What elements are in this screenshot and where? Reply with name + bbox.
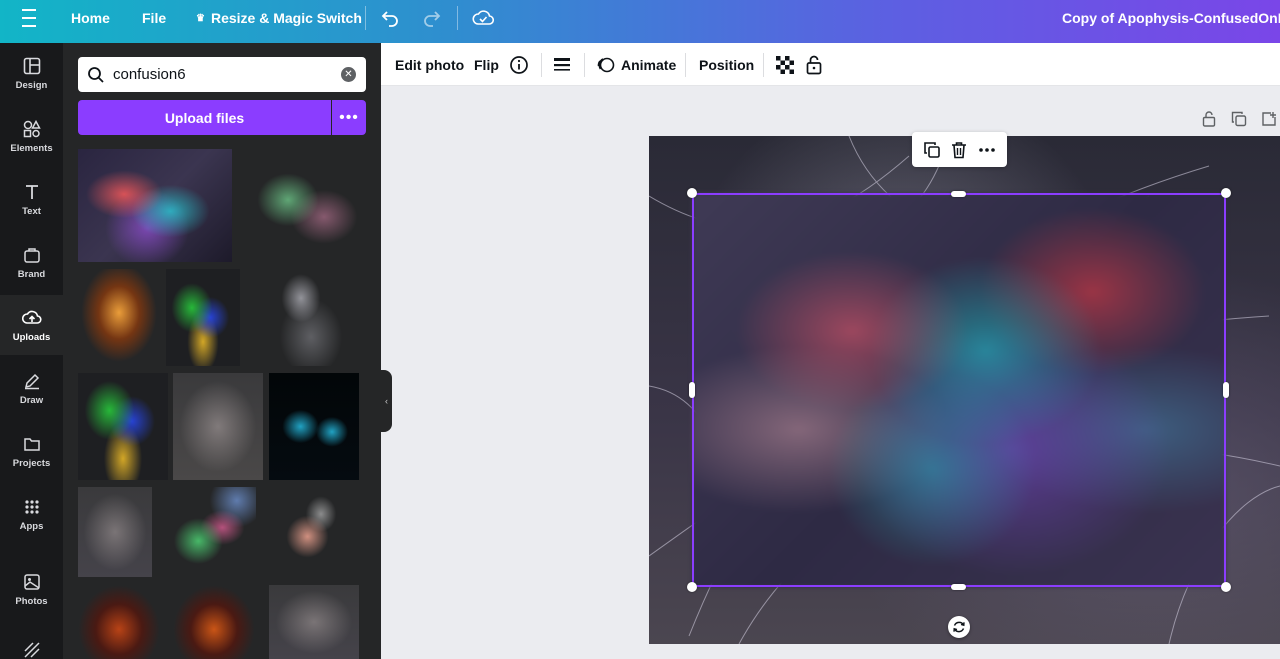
position-button[interactable]: Position <box>699 43 754 86</box>
upload-thumbnail[interactable] <box>78 269 160 366</box>
undo-icon[interactable] <box>380 0 400 36</box>
pattern-icon <box>22 640 42 659</box>
rail-item-photos[interactable]: Photos <box>0 559 63 619</box>
lock-page-icon[interactable] <box>1200 110 1218 128</box>
menu-icon[interactable] <box>22 0 42 36</box>
rail-label: Projects <box>12 457 51 469</box>
rail-label: Elements <box>10 142 53 154</box>
text-icon <box>22 182 42 202</box>
context-toolbar: Edit photo Flip Animate Position <box>381 43 1280 86</box>
redo-icon[interactable] <box>422 0 442 36</box>
flip-button[interactable]: Flip <box>474 43 499 86</box>
upload-thumbnail[interactable] <box>78 373 168 480</box>
rail-item-projects[interactable]: Projects <box>0 421 63 481</box>
rail-label: Draw <box>19 394 44 406</box>
rail-label: Design <box>15 79 48 91</box>
upload-files-button[interactable]: Upload files <box>78 100 331 135</box>
rotate-icon[interactable] <box>948 616 970 638</box>
cloud-upload-icon <box>21 308 42 328</box>
photo-icon <box>22 572 42 592</box>
stroke-style-icon[interactable] <box>553 43 571 86</box>
rail-label: Brand <box>17 268 46 280</box>
crown-icon: ♛ <box>196 12 205 24</box>
document-title[interactable]: Copy of Apophysis-ConfusedOnMan <box>1062 0 1280 36</box>
rail-item-uploads[interactable]: Uploads <box>0 295 63 355</box>
resize-handle[interactable] <box>951 584 966 590</box>
upload-thumbnail[interactable] <box>256 269 356 366</box>
upload-thumbnail[interactable] <box>78 149 232 262</box>
search-box[interactable]: ✕ <box>78 57 366 92</box>
divider <box>457 6 458 30</box>
lock-icon[interactable] <box>806 43 822 86</box>
animate-icon <box>597 57 615 72</box>
rail-label: Uploads <box>12 331 51 343</box>
shapes-icon <box>22 119 42 139</box>
animate-button[interactable]: Animate <box>597 43 676 86</box>
trash-icon[interactable] <box>948 139 970 161</box>
upload-thumbnail[interactable] <box>173 373 263 480</box>
divider <box>685 53 686 77</box>
upload-thumbnail[interactable] <box>269 585 359 659</box>
file-menu-button[interactable]: File <box>142 0 166 36</box>
rail-item-brand[interactable]: Brand <box>0 232 63 292</box>
rail-item-text[interactable]: Text <box>0 169 63 229</box>
side-rail: Design Elements Text Brand Uploads Draw <box>0 43 63 659</box>
resize-handle[interactable] <box>687 582 697 592</box>
resize-handle[interactable] <box>1221 188 1231 198</box>
resize-handle[interactable] <box>1223 382 1229 398</box>
transparency-icon[interactable] <box>776 43 794 86</box>
divider <box>365 6 366 30</box>
upload-thumbnail[interactable] <box>78 585 160 659</box>
rail-item-draw[interactable]: Draw <box>0 358 63 418</box>
more-options-icon[interactable] <box>976 139 998 161</box>
selection-box <box>692 193 1226 587</box>
brand-icon <box>22 245 42 265</box>
upload-thumbnail[interactable] <box>173 585 255 659</box>
rail-item-apps[interactable]: Apps <box>0 484 63 544</box>
page-tools <box>1200 110 1278 130</box>
upload-thumbnail[interactable] <box>78 487 152 577</box>
clear-search-icon[interactable]: ✕ <box>341 67 356 82</box>
divider <box>763 53 764 77</box>
duplicate-page-icon[interactable] <box>1230 110 1248 128</box>
upload-thumbnail[interactable] <box>269 373 359 480</box>
divider <box>541 53 542 77</box>
resize-handle[interactable] <box>951 191 966 197</box>
folder-icon <box>22 434 42 454</box>
rail-item-more[interactable] <box>0 628 63 659</box>
element-floating-toolbar <box>912 132 1007 167</box>
resize-handle[interactable] <box>689 382 695 398</box>
rail-label: Apps <box>19 520 44 532</box>
layout-icon <box>22 56 42 76</box>
resize-label: Resize & Magic Switch <box>210 10 362 26</box>
uploads-panel: ✕ Upload files ••• <box>63 43 381 659</box>
resize-handle[interactable] <box>687 188 697 198</box>
top-bar: Home File ♛ Resize & Magic Switch Copy o… <box>0 0 1280 43</box>
pen-icon <box>22 371 42 391</box>
upload-thumbnail[interactable] <box>166 269 240 366</box>
resize-handle[interactable] <box>1221 582 1231 592</box>
collapse-panel-handle[interactable]: ‹ <box>381 370 392 432</box>
copy-icon[interactable] <box>921 139 943 161</box>
info-icon[interactable] <box>509 43 529 86</box>
search-icon <box>88 66 104 83</box>
rail-label: Photos <box>15 595 48 607</box>
rail-label: Text <box>22 205 41 217</box>
rail-item-elements[interactable]: Elements <box>0 106 63 166</box>
cloud-saved-icon[interactable] <box>472 0 494 36</box>
chevron-left-icon: ‹ <box>385 396 388 406</box>
grid-icon <box>22 497 42 517</box>
rail-item-design[interactable]: Design <box>0 43 63 103</box>
upload-thumbnail[interactable] <box>267 487 357 577</box>
add-page-icon[interactable] <box>1260 110 1278 128</box>
home-button[interactable]: Home <box>71 0 110 36</box>
upload-more-options-button[interactable]: ••• <box>332 100 366 135</box>
resize-magic-switch-button[interactable]: ♛ Resize & Magic Switch <box>196 0 362 36</box>
divider <box>584 53 585 77</box>
edit-photo-button[interactable]: Edit photo <box>395 43 464 86</box>
upload-thumbnail[interactable] <box>240 149 360 262</box>
upload-thumbnail[interactable] <box>160 487 256 577</box>
animate-label: Animate <box>621 56 677 73</box>
search-input[interactable] <box>113 66 323 83</box>
